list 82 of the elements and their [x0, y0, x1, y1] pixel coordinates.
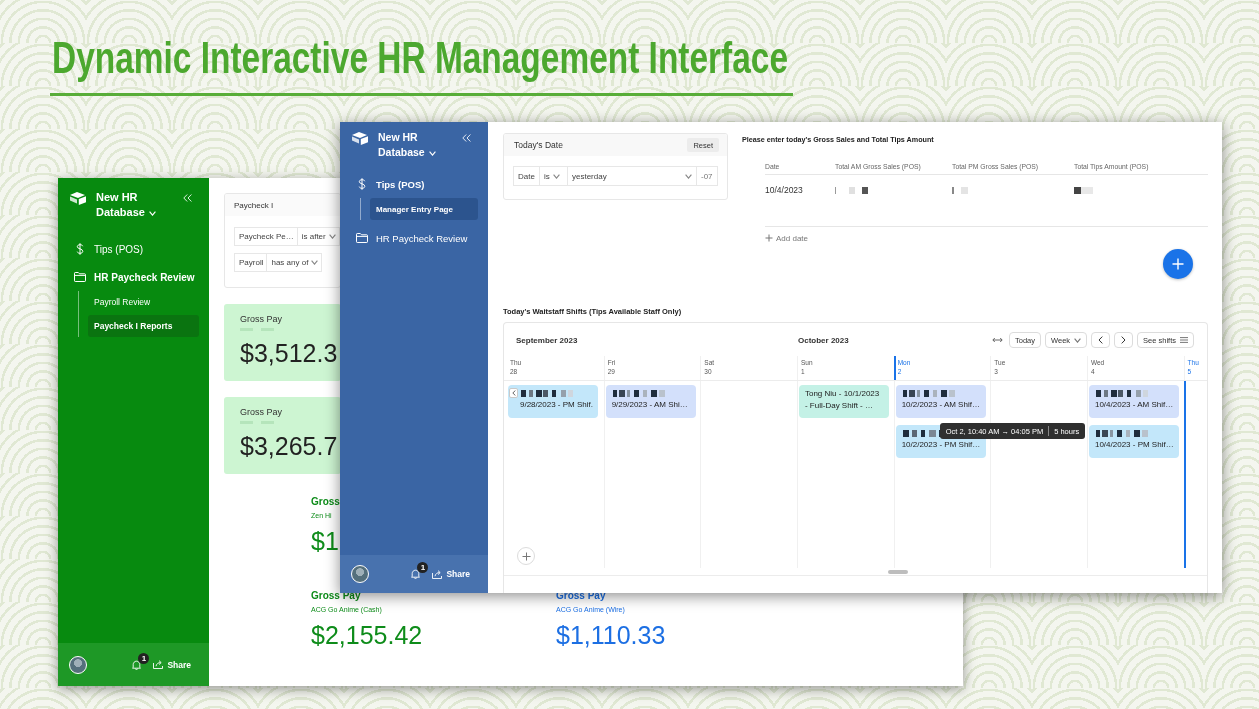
chevron-right-icon	[1121, 336, 1127, 344]
add-shift-button[interactable]	[517, 547, 535, 565]
collapse-icon[interactable]	[462, 134, 471, 142]
bell-icon[interactable]	[411, 569, 421, 579]
share-button[interactable]: Share	[153, 659, 191, 670]
shift-card[interactable]: 9/29/2023 - AM Shi…	[605, 385, 696, 418]
shift-label: 10/2/2023 - PM Shif…	[901, 439, 981, 451]
avatar[interactable]	[351, 565, 369, 583]
notification-badge: 1	[138, 652, 150, 664]
nav-item[interactable]: Tips (POS)	[58, 237, 209, 261]
dollar-icon	[76, 243, 84, 255]
bell-icon[interactable]	[132, 659, 142, 670]
chevron-down-icon	[328, 234, 336, 239]
timezone-label: -07	[697, 166, 718, 186]
metric-label: Gross Pay	[240, 314, 282, 325]
add-record-button[interactable]	[1163, 249, 1193, 279]
chevron-down-icon	[685, 173, 692, 179]
notification-badge: 1	[417, 562, 429, 573]
shift-label: 9/29/2023 - AM Shi…	[611, 399, 688, 411]
share-button[interactable]: Share	[432, 569, 470, 579]
avatar[interactable]	[69, 655, 87, 674]
filter-field[interactable]: Payroll	[234, 253, 268, 272]
shift-label: 10/2/2023 - AM Shif…	[901, 399, 980, 411]
list-icon	[1180, 337, 1188, 343]
nav-subitem[interactable]: Manager Entry Page	[370, 198, 478, 220]
collapse-icon[interactable]	[183, 194, 192, 202]
folder-icon	[356, 233, 368, 243]
nav-subitem[interactable]: Payroll Review	[88, 291, 199, 313]
resize-handle[interactable]	[888, 570, 908, 574]
shift-card[interactable]: 10/2/2023 - AM Shif…	[895, 385, 986, 418]
nav-subitem[interactable]: Paycheck I Reports	[88, 315, 199, 337]
filter-operator[interactable]: has any of	[267, 253, 323, 272]
plus-icon	[521, 551, 531, 561]
chevron-down-icon	[1074, 337, 1082, 343]
metric-label: Gross Pay	[240, 407, 282, 418]
metric-value: $1	[311, 527, 339, 555]
filter-operator[interactable]: is after	[297, 227, 340, 246]
page-title: Dynamic Interactive HR Management Interface	[52, 36, 788, 80]
shift-card[interactable]: 10/4/2023 - PM Shif…	[1088, 425, 1179, 458]
folder-icon	[74, 272, 86, 282]
filter-field[interactable]: Date	[513, 166, 540, 186]
logo-icon	[70, 192, 86, 205]
shift-label: Tong Niu - 10/1/2023 - Full-Day Shift - …	[804, 388, 880, 412]
shift-card[interactable]: 10/4/2023 - AM Shif…	[1088, 385, 1179, 418]
plus-icon	[765, 234, 773, 242]
plus-icon	[1172, 258, 1184, 270]
shift-label: 10/4/2023 - AM Shif…	[1094, 399, 1174, 411]
month-label: September 2023	[516, 335, 579, 345]
chevron-down-icon	[552, 173, 560, 179]
shift-card[interactable]: 9/28/2023 - PM Shif.	[508, 385, 598, 418]
chevron-down-icon	[311, 260, 319, 265]
add-date-button[interactable]: Add date	[765, 233, 809, 243]
shift-label: 9/28/2023 - PM Shif.	[520, 399, 593, 411]
dollar-icon	[358, 178, 366, 190]
metric-value: $3,265.7	[240, 432, 338, 460]
previous-shift-button[interactable]	[509, 388, 518, 398]
nav-item[interactable]: HR Paycheck Review	[58, 265, 209, 289]
metric-label: Gross	[311, 496, 340, 508]
table-cell-text: 10/4/2023	[765, 185, 804, 195]
metric-value: $2,155.42	[311, 621, 423, 649]
filter-field[interactable]: Paycheck Pe…	[234, 227, 298, 246]
nav-item[interactable]: Tips (POS)	[340, 172, 488, 196]
shift-label: 10/4/2023 - PM Shif…	[1094, 439, 1174, 451]
filter-operator[interactable]: is	[540, 166, 568, 186]
logo-icon	[352, 132, 368, 145]
expand-arrows-icon[interactable]	[992, 337, 1003, 343]
chevron-down-icon	[428, 150, 436, 156]
share-icon	[432, 569, 443, 579]
chevron-down-icon	[148, 210, 156, 216]
workspace-switcher[interactable]: New HR Database	[96, 190, 176, 220]
shift-card[interactable]: Tong Niu - 10/1/2023 - Full-Day Shift - …	[798, 385, 889, 418]
nav-item[interactable]: HR Paycheck Review	[340, 226, 488, 250]
chevron-left-icon	[511, 390, 516, 396]
filter-title: Today's Date	[514, 140, 563, 150]
metric-value: $3,512.3	[240, 339, 338, 367]
share-icon	[153, 660, 164, 669]
chevron-left-icon	[1098, 336, 1104, 344]
filter-title: Paycheck I	[234, 200, 274, 210]
month-label: October 2023	[798, 335, 849, 345]
workspace-switcher[interactable]: New HR Database	[378, 130, 458, 160]
metric-value: $1,110.33	[556, 621, 666, 649]
filter-value[interactable]: yesterday	[568, 166, 697, 186]
